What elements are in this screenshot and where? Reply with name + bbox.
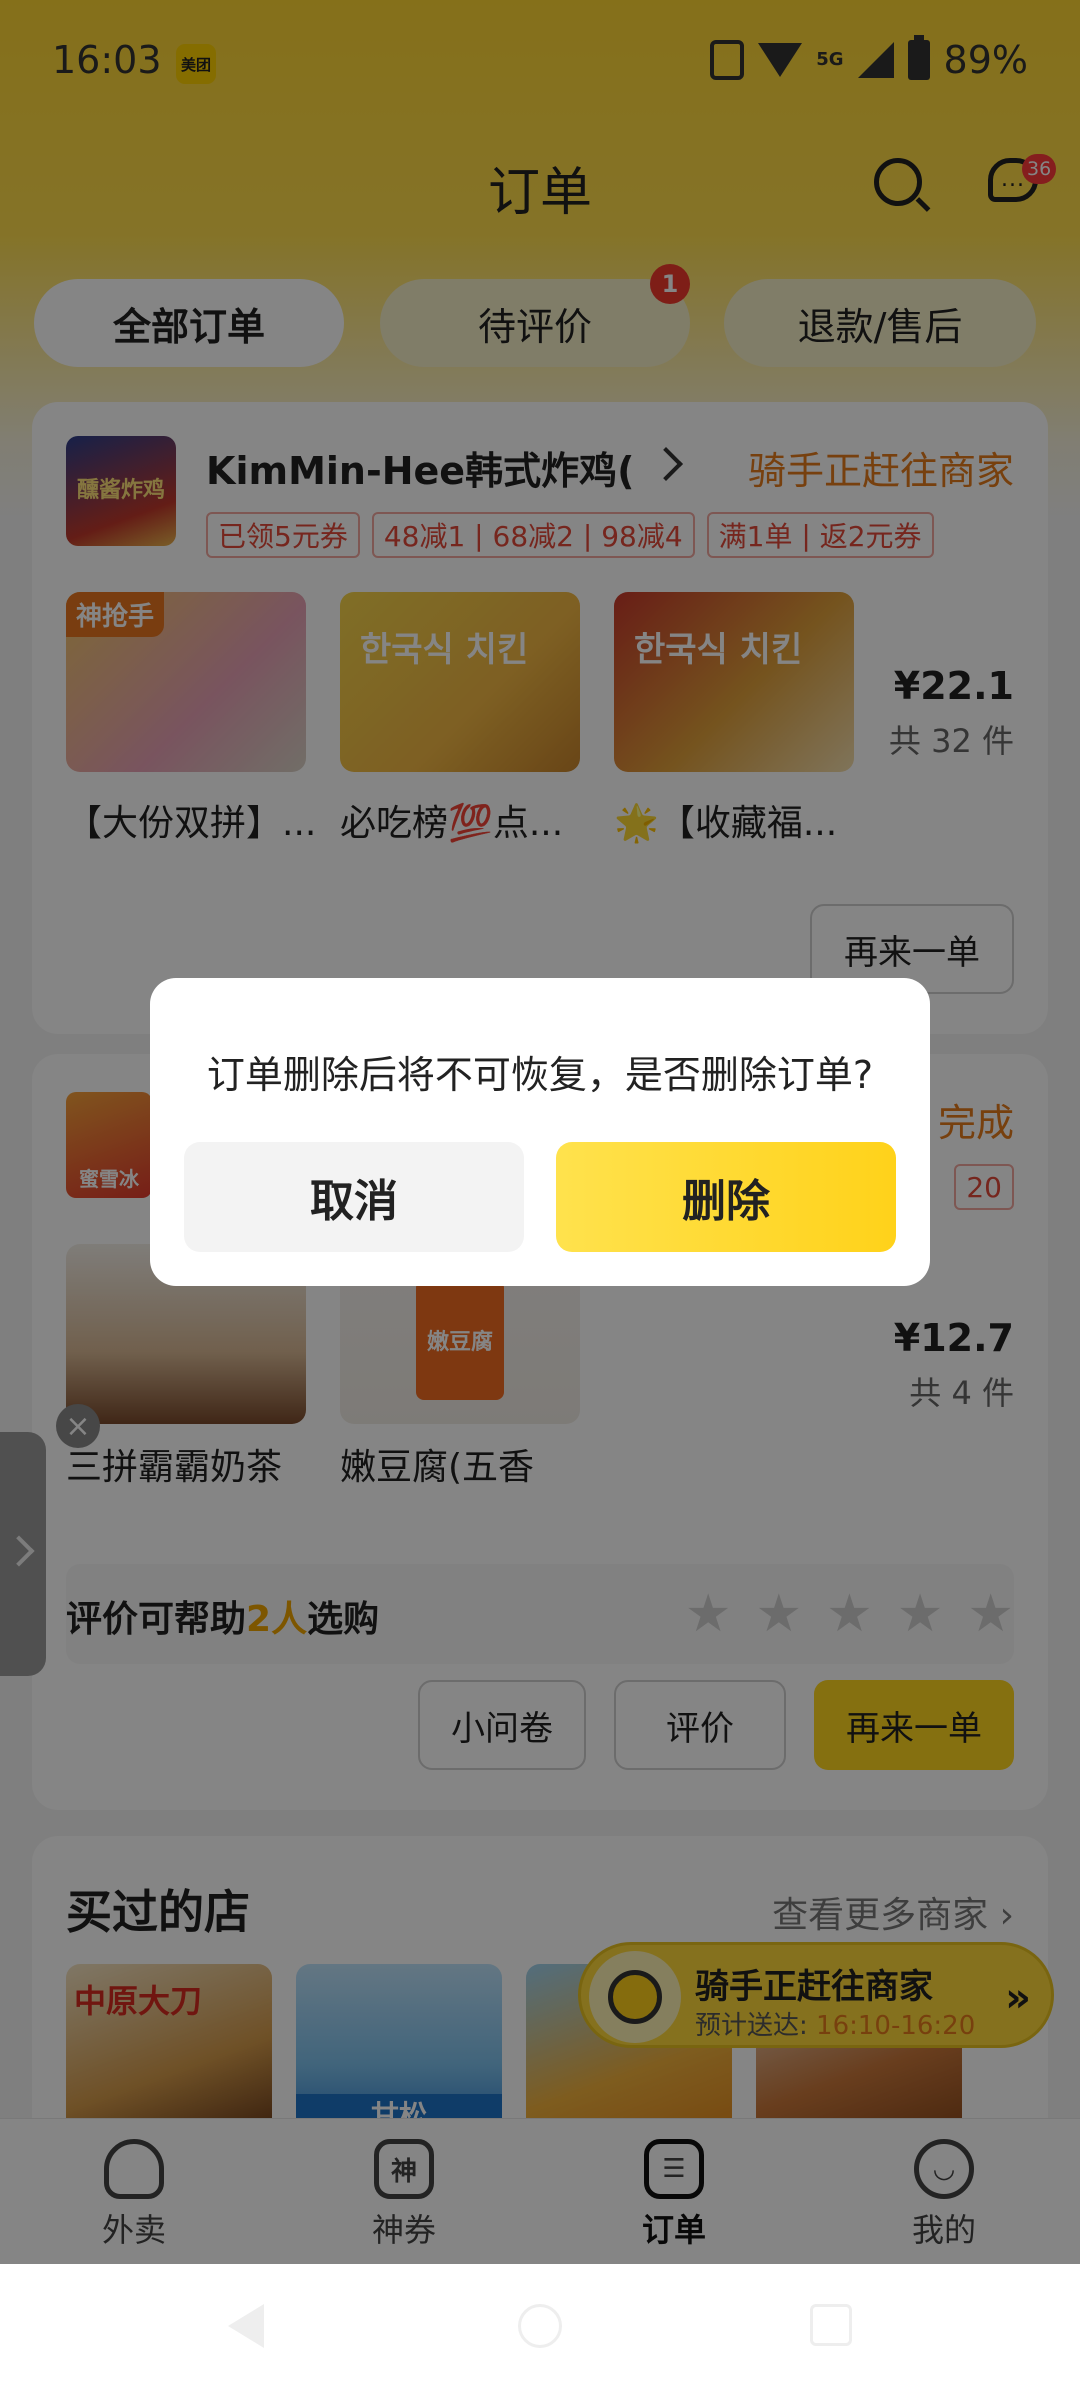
system-nav-bar bbox=[0, 2264, 1080, 2400]
delete-button[interactable]: 删除 bbox=[556, 1142, 896, 1252]
orders-page: 16:03 美团 5G 89% 订单 ... 36 全部订单 待评价 1 退款/… bbox=[0, 0, 1080, 2264]
home-icon[interactable] bbox=[518, 2304, 562, 2348]
dialog-message: 订单删除后将不可恢复，是否删除订单? bbox=[206, 1053, 874, 1097]
recent-apps-icon[interactable] bbox=[810, 2304, 852, 2346]
delete-order-dialog: 订单删除后将不可恢复，是否删除订单? 取消 删除 bbox=[150, 978, 930, 1286]
cancel-button[interactable]: 取消 bbox=[184, 1142, 524, 1252]
back-icon[interactable] bbox=[228, 2304, 264, 2348]
